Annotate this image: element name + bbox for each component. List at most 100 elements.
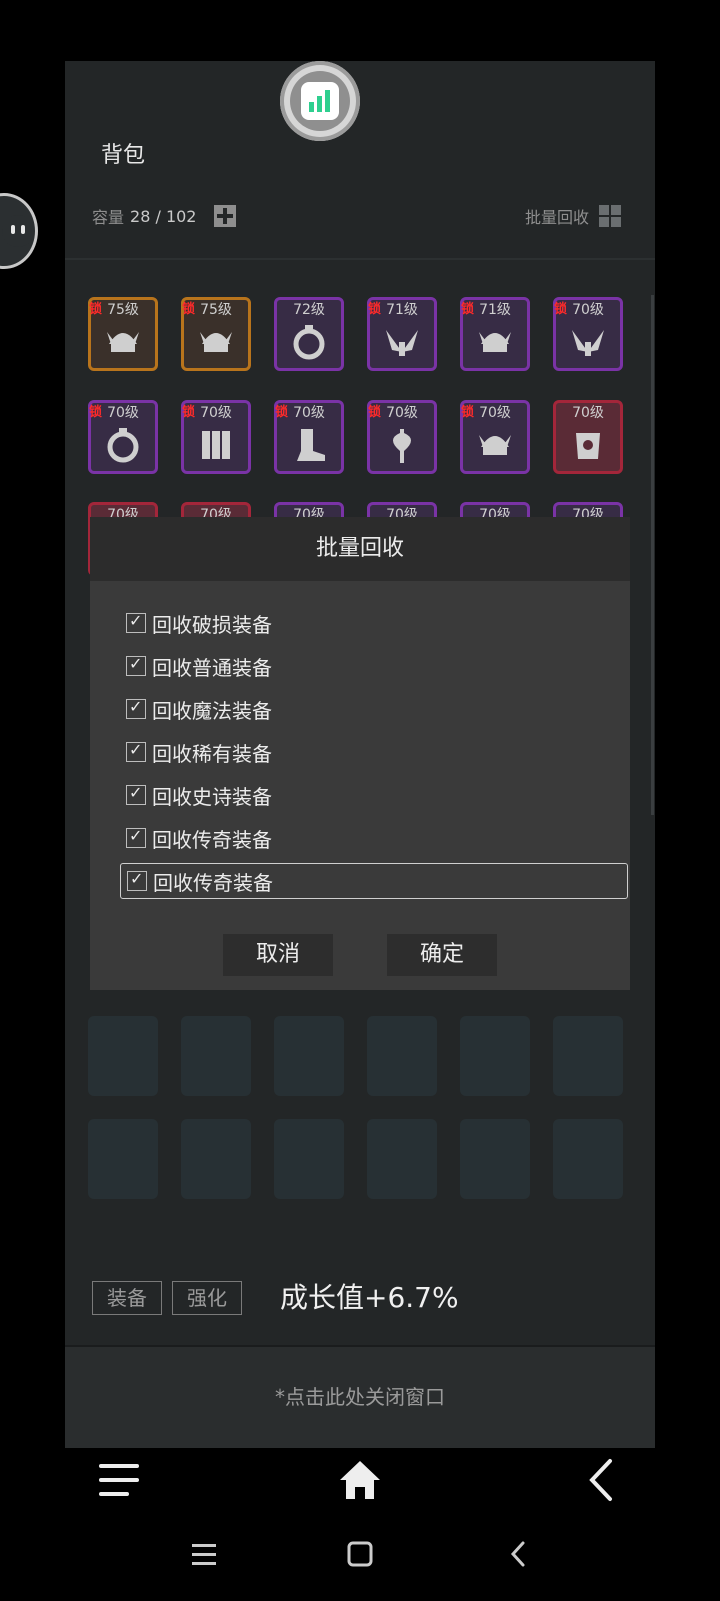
lock-badge: 锁 — [275, 405, 289, 420]
empty-slot[interactable] — [181, 1016, 251, 1096]
helmet-icon — [103, 322, 143, 362]
option-label: 回收传奇装备 — [153, 870, 273, 895]
lock-badge: 锁 — [554, 302, 568, 317]
recent-apps-icon[interactable] — [190, 1542, 218, 1568]
grid-icon — [599, 205, 622, 227]
empty-slot[interactable] — [274, 1016, 344, 1096]
ring-icon — [289, 322, 329, 362]
capacity-label: 容量 — [92, 208, 125, 227]
helmet-icon — [475, 322, 515, 362]
close-hint: *点击此处关闭窗口 — [275, 1385, 445, 1409]
inventory-slot[interactable]: 71级锁 — [367, 297, 437, 371]
home-square-icon[interactable] — [346, 1540, 374, 1568]
ring-icon — [103, 425, 143, 465]
home-icon[interactable] — [338, 1458, 382, 1502]
wings-icon — [568, 322, 608, 362]
checkbox[interactable] — [126, 654, 146, 676]
option-recycle-epic[interactable]: 回收史诗装备 — [126, 777, 272, 813]
inventory-slot[interactable]: 70级锁 — [181, 400, 251, 474]
batch-recycle-button[interactable]: 批量回收 — [525, 204, 622, 228]
option-label: 回收魔法装备 — [152, 698, 272, 723]
divider — [65, 258, 655, 260]
inventory-slot[interactable]: 70级锁 — [88, 400, 158, 474]
item-level: 72级 — [293, 302, 325, 318]
robot-face-icon — [2, 215, 34, 247]
close-window-area[interactable]: *点击此处关闭窗口 — [65, 1345, 655, 1448]
inventory-slot[interactable]: 70级 — [553, 400, 623, 474]
bar-chart-icon — [301, 82, 339, 120]
checkbox[interactable] — [126, 697, 146, 719]
item-level: 70级 — [572, 405, 604, 421]
menu-icon[interactable] — [97, 1460, 141, 1500]
option-recycle-legendary[interactable]: 回收传奇装备 — [126, 820, 272, 856]
helmet-icon — [196, 322, 236, 362]
inventory-slot[interactable]: 75级锁 — [181, 297, 251, 371]
growth-value: 成长值+6.7% — [280, 1281, 459, 1314]
capacity-info: 容量 28 / 102 — [92, 204, 237, 228]
option-recycle-rare[interactable]: 回收稀有装备 — [126, 734, 272, 770]
empty-slot[interactable] — [367, 1119, 437, 1199]
back-arrow-icon[interactable] — [508, 1540, 528, 1568]
checkbox[interactable] — [126, 826, 146, 848]
floating-assistant-button[interactable] — [0, 193, 38, 269]
lock-badge: 锁 — [461, 302, 475, 317]
lock-badge: 锁 — [461, 405, 475, 420]
system-nav-bar — [0, 1526, 720, 1601]
boots-icon — [289, 425, 329, 465]
axe-icon — [382, 425, 422, 465]
checkbox[interactable] — [126, 783, 146, 805]
option-recycle-legendary-2[interactable]: 回收传奇装备 — [120, 863, 628, 899]
empty-slot[interactable] — [553, 1119, 623, 1199]
page-title: 背包 — [101, 143, 146, 168]
tab-equip[interactable]: 装备 — [92, 1281, 162, 1315]
inventory-slot[interactable]: 70级锁 — [274, 400, 344, 474]
helmet-icon — [475, 425, 515, 465]
inventory-slot[interactable]: 72级 — [274, 297, 344, 371]
lock-badge: 锁 — [182, 405, 196, 420]
empty-slot[interactable] — [88, 1016, 158, 1096]
option-recycle-normal[interactable]: 回收普通装备 — [126, 648, 272, 684]
empty-slot[interactable] — [367, 1016, 437, 1096]
lock-badge: 锁 — [182, 302, 196, 317]
cancel-button[interactable]: 取消 — [223, 934, 333, 976]
batch-recycle-dialog: 批量回收 回收破损装备 回收普通装备 回收魔法装备 回收稀有装备 回收史诗装备 … — [90, 517, 630, 990]
empty-slot[interactable] — [460, 1016, 530, 1096]
armor-icon — [196, 425, 236, 465]
capacity-value: 28 / 102 — [130, 206, 197, 226]
confirm-button[interactable]: 确定 — [387, 934, 497, 976]
inventory-slot[interactable]: 70级锁 — [553, 297, 623, 371]
option-label: 回收稀有装备 — [152, 741, 272, 766]
option-label: 回收普通装备 — [152, 655, 272, 680]
option-recycle-broken[interactable]: 回收破损装备 — [126, 605, 272, 641]
lock-badge: 锁 — [89, 302, 103, 317]
option-label: 回收破损装备 — [152, 612, 272, 637]
lock-badge: 锁 — [368, 302, 382, 317]
tab-enhance[interactable]: 强化 — [172, 1281, 242, 1315]
app-nav-bar — [0, 1446, 720, 1526]
batch-recycle-label: 批量回收 — [525, 208, 590, 227]
option-label: 回收传奇装备 — [152, 827, 272, 852]
lock-badge: 锁 — [89, 405, 103, 420]
checkbox[interactable] — [126, 611, 146, 633]
inventory-slot[interactable]: 70级锁 — [367, 400, 437, 474]
stats-button[interactable] — [280, 61, 360, 141]
scrollbar[interactable] — [651, 295, 654, 815]
empty-slot[interactable] — [181, 1119, 251, 1199]
inventory-slot[interactable]: 75级锁 — [88, 297, 158, 371]
option-recycle-magic[interactable]: 回收魔法装备 — [126, 691, 272, 727]
inventory-slot[interactable]: 71级锁 — [460, 297, 530, 371]
back-icon[interactable] — [586, 1458, 616, 1502]
dialog-title: 批量回收 — [90, 517, 630, 581]
empty-slot[interactable] — [274, 1119, 344, 1199]
checkbox[interactable] — [126, 740, 146, 762]
chest-armor-icon — [568, 425, 608, 465]
checkbox[interactable] — [127, 869, 147, 891]
empty-slot[interactable] — [460, 1119, 530, 1199]
add-capacity-button[interactable] — [214, 205, 237, 227]
wings-icon — [382, 322, 422, 362]
option-label: 回收史诗装备 — [152, 784, 272, 809]
empty-slot[interactable] — [553, 1016, 623, 1096]
lock-badge: 锁 — [368, 405, 382, 420]
inventory-slot[interactable]: 70级锁 — [460, 400, 530, 474]
empty-slot[interactable] — [88, 1119, 158, 1199]
